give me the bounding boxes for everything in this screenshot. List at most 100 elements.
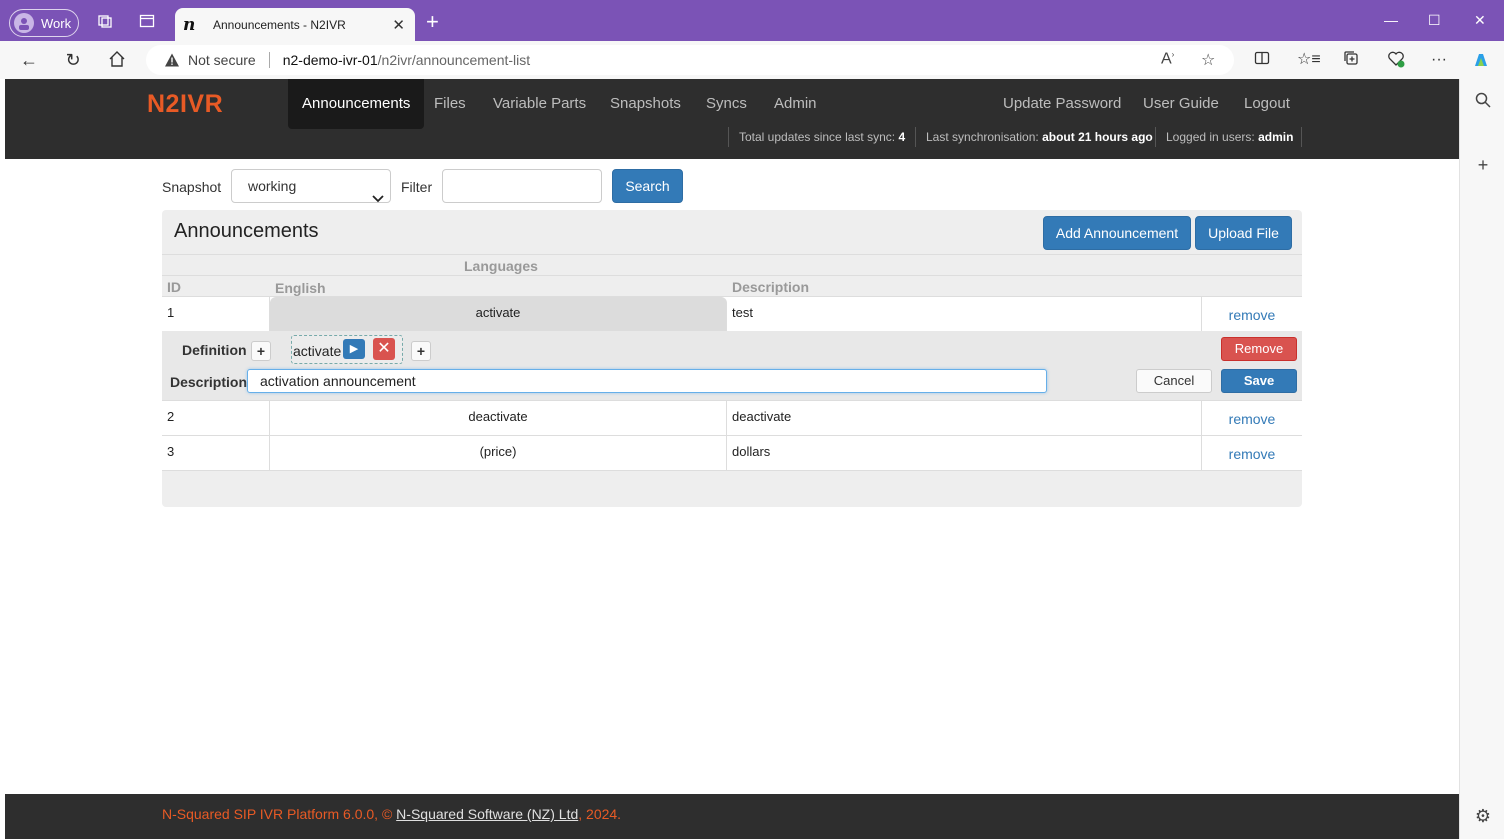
add-announcement-button[interactable]: Add Announcement	[1043, 216, 1191, 250]
header-english: English	[275, 280, 326, 296]
more-options-icon[interactable]: ···	[1429, 50, 1449, 70]
row-english[interactable]: deactivate	[270, 401, 727, 435]
brand-logo[interactable]: N2IVR	[147, 90, 223, 119]
sidebar-settings-icon[interactable]: ⚙	[1473, 806, 1493, 826]
remove-link[interactable]: remove	[1229, 307, 1276, 323]
announcements-panel: Announcements Add Announcement Upload Fi…	[162, 210, 1302, 507]
favorite-star-icon[interactable]: ☆	[1201, 50, 1215, 70]
maximize-icon[interactable]: ☐	[1428, 12, 1441, 29]
browser-essentials-icon[interactable]	[1386, 50, 1406, 70]
nav-user-guide[interactable]: User Guide	[1143, 79, 1219, 129]
table-row[interactable]: 3 (price) dollars remove	[162, 435, 1302, 471]
address-divider	[268, 52, 270, 68]
panel-title: Announcements	[174, 220, 319, 242]
favorites-icon[interactable]: ☆≡	[1297, 50, 1321, 70]
nav-announcements[interactable]: Announcements	[288, 79, 425, 129]
split-screen-icon[interactable]	[1252, 50, 1272, 70]
remove-link[interactable]: remove	[1229, 446, 1276, 462]
snapshot-select[interactable]: working	[231, 169, 391, 203]
add-part-after-button[interactable]: +	[411, 341, 431, 361]
footer-text: N-Squared SIP IVR Platform 6.0.0, © N-Sq…	[162, 806, 622, 822]
row-action-cell: remove	[1202, 401, 1302, 435]
delete-part-icon[interactable]: ✕	[373, 338, 395, 360]
window-close-icon[interactable]: ✕	[1474, 12, 1486, 29]
company-link[interactable]: N-Squared Software (NZ) Ltd	[396, 806, 578, 822]
row-english[interactable]: (price)	[270, 436, 727, 470]
cancel-button[interactable]: Cancel	[1136, 369, 1212, 393]
description-label: Description	[170, 374, 248, 390]
minimize-icon[interactable]: —	[1384, 12, 1398, 28]
remove-button[interactable]: Remove	[1221, 337, 1297, 361]
snapshot-label: Snapshot	[162, 179, 222, 195]
definition-part-chip[interactable]: activate ▶ ✕	[291, 335, 403, 364]
sidebar-add-icon[interactable]: +	[1473, 155, 1493, 175]
row-description: test	[727, 297, 1202, 331]
copilot-icon[interactable]	[1471, 50, 1491, 70]
nav-logout[interactable]: Logout	[1244, 79, 1290, 129]
profile-label: Work	[41, 15, 72, 31]
chip-label: activate	[293, 343, 342, 359]
search-button[interactable]: Search	[612, 169, 683, 203]
upload-file-button[interactable]: Upload File	[1195, 216, 1292, 250]
warning-icon[interactable]	[164, 52, 180, 68]
status-logged-in-users: Logged in users: admin	[1166, 130, 1294, 144]
definition-label: Definition	[182, 342, 247, 358]
profile-button[interactable]: Work	[9, 9, 79, 37]
url-host: n2-demo-ivr-01	[282, 52, 378, 68]
home-icon[interactable]	[107, 50, 127, 70]
row-id: 2	[162, 401, 270, 435]
table-row[interactable]: 2 deactivate deactivate remove	[162, 400, 1302, 435]
filter-label: Filter	[401, 179, 433, 195]
status-divider	[728, 127, 729, 147]
n2-favicon-icon: n	[183, 14, 196, 35]
nav-admin[interactable]: Admin	[774, 79, 817, 129]
save-button[interactable]: Save	[1221, 369, 1297, 393]
play-icon[interactable]: ▶	[343, 339, 365, 359]
row-id: 3	[162, 436, 270, 470]
browser-tab-active[interactable]: n Announcements - N2IVR ✕	[175, 8, 415, 41]
browser-sidebar: + ⚙	[1459, 79, 1504, 839]
collections-icon[interactable]	[1341, 50, 1361, 70]
remove-link[interactable]: remove	[1229, 411, 1276, 427]
row-description: deactivate	[727, 401, 1202, 435]
row-action-cell: remove	[1202, 436, 1302, 470]
sidebar-search-icon[interactable]	[1473, 91, 1493, 111]
row-id: 1	[162, 297, 270, 331]
new-tab-icon[interactable]: +	[426, 11, 439, 33]
row-english[interactable]: activate	[270, 297, 727, 331]
status-divider	[1155, 127, 1156, 147]
tab-close-icon[interactable]: ✕	[392, 16, 405, 34]
nav-update-password[interactable]: Update Password	[1003, 79, 1121, 129]
app-navbar: N2IVR Announcements Files Variable Parts…	[5, 79, 1459, 159]
not-secure-label: Not secure	[188, 52, 256, 68]
tab-actions-icon[interactable]	[139, 13, 155, 29]
status-divider	[915, 127, 916, 147]
page-footer: N-Squared SIP IVR Platform 6.0.0, © N-Sq…	[5, 794, 1459, 839]
row-action-cell: remove	[1202, 297, 1302, 331]
header-id: ID	[167, 279, 181, 295]
table-row[interactable]: 1 activate test remove	[162, 296, 1302, 331]
header-description: Description	[732, 279, 810, 295]
browser-titlebar: Work n Announcements - N2IVR ✕ + — ☐ ✕	[0, 0, 1504, 41]
nav-variable-parts[interactable]: Variable Parts	[493, 79, 586, 129]
add-part-before-button[interactable]: +	[251, 341, 271, 361]
status-total-updates: Total updates since last sync: 4	[739, 130, 906, 144]
read-aloud-icon[interactable]: A›	[1161, 50, 1174, 68]
nav-snapshots[interactable]: Snapshots	[610, 79, 681, 129]
page-viewport: N2IVR Announcements Files Variable Parts…	[5, 79, 1459, 839]
refresh-icon[interactable]: ↻	[63, 50, 83, 70]
snapshot-select-value: working	[248, 178, 297, 194]
header-languages: Languages	[464, 258, 538, 274]
nav-syncs[interactable]: Syncs	[706, 79, 747, 129]
back-icon[interactable]: ←	[19, 50, 39, 70]
workspaces-icon[interactable]	[97, 13, 113, 29]
edit-announcement-form: Definition + activate ▶ ✕ + Remove Descr…	[162, 331, 1302, 400]
filter-input[interactable]	[442, 169, 602, 203]
row-description: dollars	[727, 436, 1202, 470]
header-divider	[162, 254, 1302, 255]
status-last-sync: Last synchronisation: about 21 hours ago	[926, 130, 1153, 144]
nav-files[interactable]: Files	[434, 79, 466, 129]
description-input[interactable]	[247, 369, 1047, 393]
address-bar[interactable]: Not secure n2-demo-ivr-01/n2ivr/announce…	[146, 45, 1234, 75]
tab-title: Announcements - N2IVR	[213, 17, 346, 32]
